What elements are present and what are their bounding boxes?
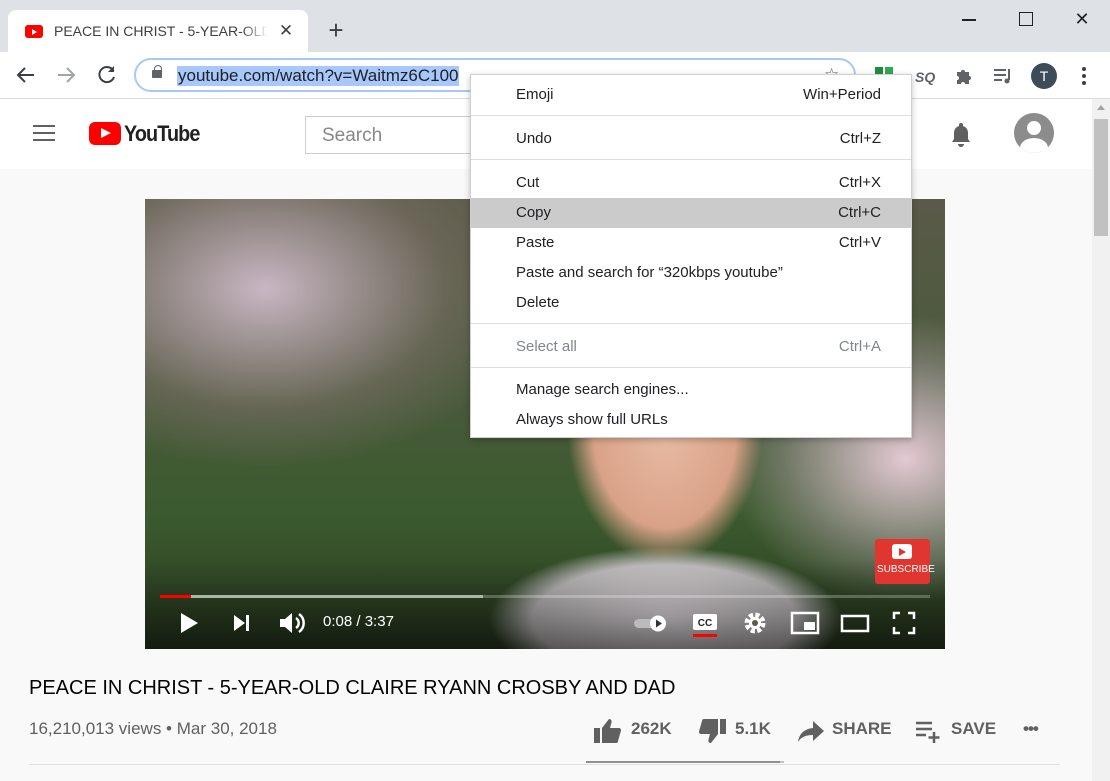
user-avatar[interactable] bbox=[1014, 113, 1054, 153]
maximize-button[interactable] bbox=[1010, 6, 1040, 32]
controls-gradient bbox=[145, 559, 945, 649]
sentiment-bar-likes bbox=[586, 761, 781, 763]
view-count: 16,210,013 views bbox=[29, 719, 162, 738]
add-to-playlist-icon[interactable] bbox=[914, 718, 942, 744]
menu-item-select-all[interactable]: Select all Ctrl+A bbox=[471, 332, 911, 362]
more-actions-icon[interactable]: ••• bbox=[1023, 719, 1039, 739]
next-icon[interactable] bbox=[230, 609, 254, 637]
context-menu: Emoji Win+Period Undo Ctrl+Z Cut Ctrl+X … bbox=[470, 74, 912, 438]
menu-item-copy[interactable]: Copy Ctrl+C bbox=[471, 198, 911, 228]
menu-item-shortcut: Win+Period bbox=[803, 86, 881, 103]
tab-strip: PEACE IN CHRIST - 5-YEAR-OLD CLAIRE RYAN… bbox=[0, 0, 1110, 52]
extensions-puzzle-icon[interactable] bbox=[953, 65, 975, 87]
menu-separator bbox=[471, 115, 911, 116]
svg-text:CC: CC bbox=[698, 618, 712, 629]
youtube-logo-text[interactable]: YouTube bbox=[124, 121, 200, 147]
browser-window: PEACE IN CHRIST - 5-YEAR-OLD CLAIRE RYAN… bbox=[0, 0, 1110, 781]
video-title: PEACE IN CHRIST - 5-YEAR-OLD CLAIRE RYAN… bbox=[29, 677, 676, 699]
lock-icon[interactable] bbox=[152, 65, 162, 78]
menu-item-shortcut: Ctrl+V bbox=[838, 234, 881, 251]
menu-item-label: Paste and search for “320kbps youtube” bbox=[516, 264, 783, 281]
browser-tab[interactable]: PEACE IN CHRIST - 5-YEAR-OLD CLAIRE RYAN… bbox=[8, 10, 308, 52]
menu-item-emoji[interactable]: Emoji Win+Period bbox=[471, 80, 911, 110]
menu-item-undo[interactable]: Undo Ctrl+Z bbox=[471, 124, 911, 154]
menu-item-shortcut: Ctrl+X bbox=[838, 174, 881, 191]
thumbs-down-icon[interactable] bbox=[697, 718, 727, 744]
progress-bar[interactable] bbox=[160, 595, 930, 598]
url-text[interactable]: youtube.com/watch?v=Waitmz6C100 bbox=[177, 66, 460, 86]
reload-icon[interactable] bbox=[94, 62, 120, 88]
youtube-logo-icon[interactable] bbox=[89, 122, 121, 145]
autoplay-toggle-icon[interactable] bbox=[632, 609, 672, 637]
menu-item-delete[interactable]: Delete bbox=[471, 288, 911, 318]
meta-separator: • bbox=[161, 719, 177, 738]
menu-item-label: Always show full URLs bbox=[516, 411, 668, 428]
menu-item-label: Copy bbox=[516, 204, 552, 221]
scrollbar-thumb[interactable] bbox=[1094, 119, 1108, 236]
minimize-button[interactable] bbox=[954, 6, 984, 32]
menu-separator bbox=[471, 159, 911, 160]
settings-gear-icon[interactable] bbox=[742, 609, 768, 637]
upload-date: Mar 30, 2018 bbox=[176, 719, 277, 738]
menu-item-cut[interactable]: Cut Ctrl+X bbox=[471, 168, 911, 198]
menu-item-paste-and-search[interactable]: Paste and search for “320kbps youtube” bbox=[471, 258, 911, 288]
tab-close-icon[interactable]: ✕ bbox=[276, 21, 296, 41]
so-extension-icon[interactable]: SQ bbox=[913, 65, 935, 87]
forward-arrow-icon[interactable] bbox=[53, 62, 79, 88]
menu-item-paste[interactable]: Paste Ctrl+V bbox=[471, 228, 911, 258]
miniplayer-icon[interactable] bbox=[790, 609, 820, 637]
current-time: 0:08 bbox=[323, 613, 353, 630]
window-close-button[interactable]: ✕ bbox=[1067, 6, 1097, 32]
menu-item-shortcut: Ctrl+Z bbox=[839, 130, 881, 147]
svg-text:SQ: SQ bbox=[915, 69, 935, 85]
progress-played bbox=[160, 595, 191, 598]
subscribe-watermark-label: SUBSCRIBE bbox=[877, 564, 935, 575]
time-display: 0:08 / 3:37 bbox=[323, 613, 394, 630]
time-separator: / bbox=[352, 613, 365, 630]
sentiment-bar bbox=[586, 761, 784, 763]
volume-icon[interactable] bbox=[277, 609, 307, 637]
menu-item-always-show-full-urls[interactable]: Always show full URLs bbox=[471, 405, 911, 435]
captions-icon[interactable]: CC bbox=[690, 609, 720, 637]
share-button[interactable]: SHARE bbox=[832, 719, 892, 739]
scroll-up-arrow-icon[interactable] bbox=[1097, 105, 1105, 110]
play-icon[interactable] bbox=[176, 609, 202, 637]
fullscreen-icon[interactable] bbox=[891, 609, 917, 637]
menu-item-label: Undo bbox=[516, 130, 552, 147]
menu-separator bbox=[471, 367, 911, 368]
search-placeholder: Search bbox=[322, 125, 383, 146]
menu-item-manage-search-engines[interactable]: Manage search engines... bbox=[471, 375, 911, 405]
menu-icon[interactable] bbox=[33, 125, 55, 141]
media-queue-icon[interactable] bbox=[992, 65, 1014, 87]
content-divider bbox=[29, 764, 1060, 765]
back-arrow-icon[interactable] bbox=[13, 62, 39, 88]
more-vertical-icon[interactable] bbox=[1073, 65, 1095, 87]
menu-item-label: Emoji bbox=[516, 86, 554, 103]
menu-item-label: Select all bbox=[516, 338, 577, 355]
menu-item-label: Cut bbox=[516, 174, 540, 191]
progress-buffered bbox=[160, 595, 484, 598]
video-meta: 16,210,013 views • Mar 30, 2018 bbox=[29, 719, 277, 739]
youtube-icon bbox=[25, 25, 43, 38]
menu-item-shortcut: Ctrl+A bbox=[838, 338, 881, 355]
menu-item-label: Manage search engines... bbox=[516, 381, 689, 398]
save-button[interactable]: SAVE bbox=[951, 719, 996, 739]
thumbs-up-icon[interactable] bbox=[593, 718, 623, 744]
notifications-bell-icon[interactable] bbox=[950, 121, 972, 147]
menu-item-shortcut: Ctrl+C bbox=[838, 204, 881, 221]
profile-avatar[interactable]: T bbox=[1031, 63, 1057, 89]
subscribe-watermark[interactable]: SUBSCRIBE bbox=[875, 539, 935, 584]
new-tab-button[interactable]: + bbox=[322, 16, 350, 44]
like-button[interactable]: 262K bbox=[631, 719, 672, 739]
menu-separator bbox=[471, 323, 911, 324]
theater-mode-icon[interactable] bbox=[840, 609, 870, 637]
menu-item-label: Paste bbox=[516, 234, 555, 251]
dislike-button[interactable]: 5.1K bbox=[735, 719, 771, 739]
tab-title: PEACE IN CHRIST - 5-YEAR-OLD CLAIRE RYAN… bbox=[54, 23, 268, 39]
share-arrow-icon[interactable] bbox=[797, 718, 825, 744]
page-scrollbar[interactable] bbox=[1092, 99, 1110, 781]
menu-item-label: Delete bbox=[516, 294, 560, 311]
duration: 3:37 bbox=[364, 613, 394, 630]
